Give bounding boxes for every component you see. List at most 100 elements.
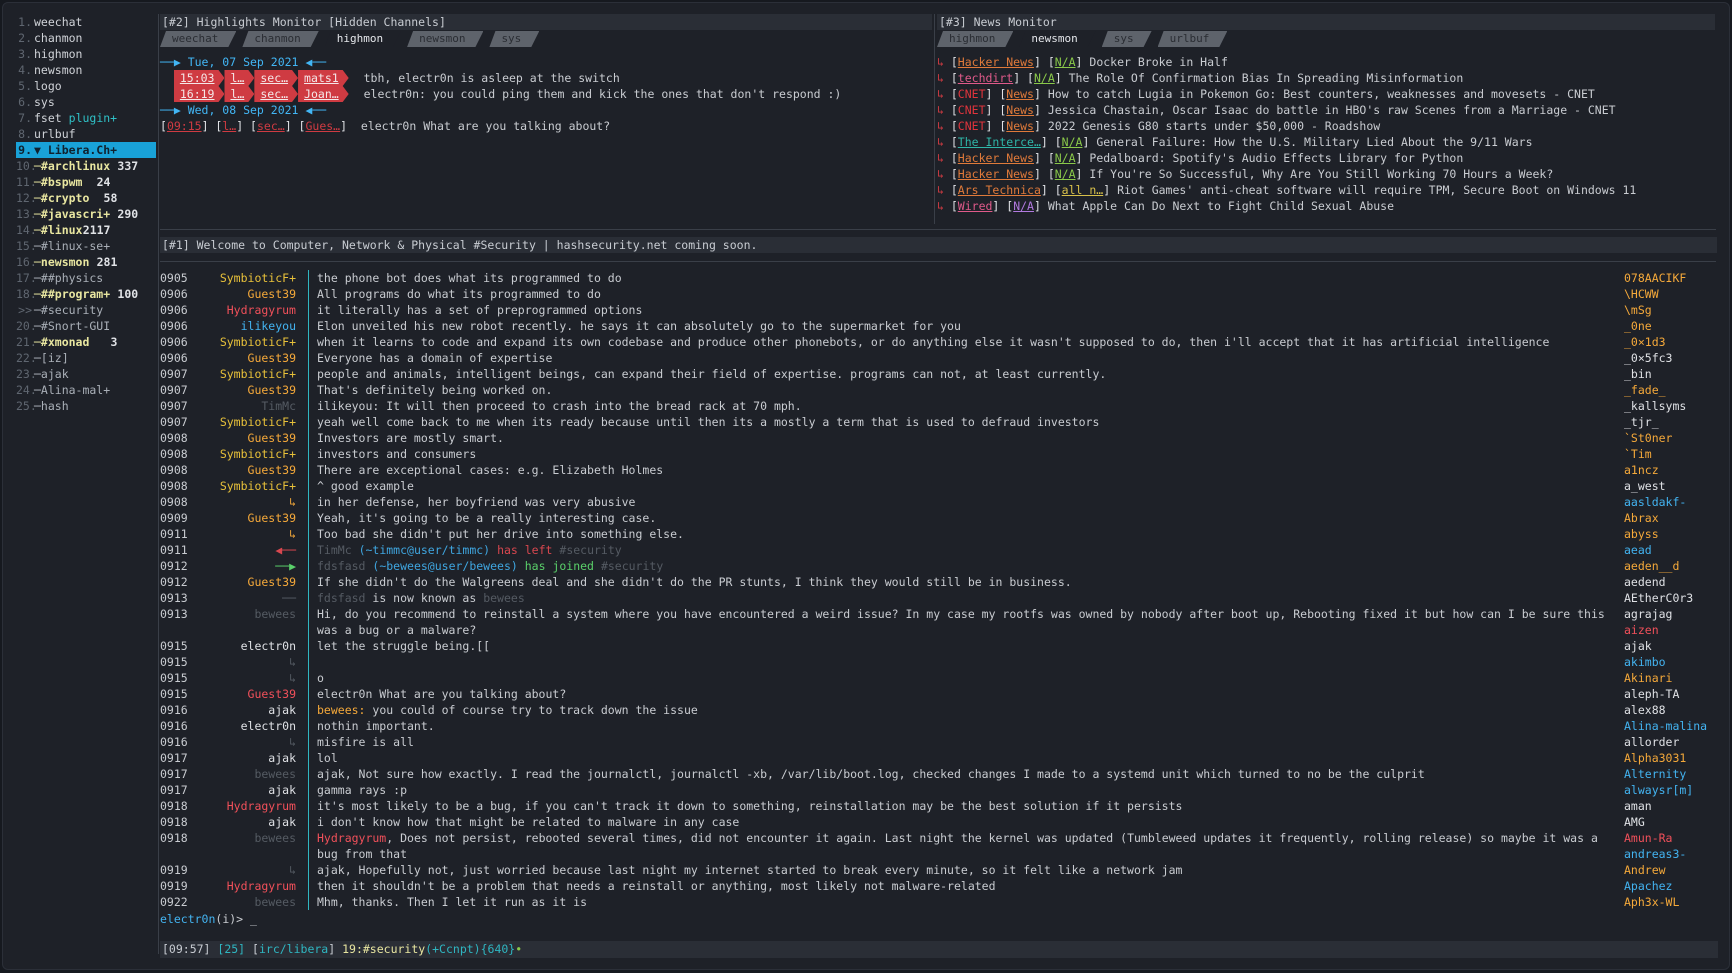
news-tag[interactable]: N/A — [1034, 71, 1055, 85]
news-tag[interactable]: News — [1006, 103, 1034, 117]
nicklist-item[interactable]: \HCWW — [1624, 286, 1728, 302]
nicklist-item[interactable]: `Tim — [1624, 446, 1728, 462]
nick[interactable]: bewees — [190, 606, 308, 638]
nicklist-item[interactable]: aman — [1624, 798, 1728, 814]
news-source[interactable]: Hacker News — [958, 151, 1034, 165]
nicklist-item[interactable]: Aph3x-WL — [1624, 894, 1728, 910]
highlight-row[interactable]: [09:15] [l…] [sec…] [Gues…] electr0n Wha… — [160, 118, 932, 134]
news-tag[interactable]: N/A — [1055, 55, 1076, 69]
buffer-item[interactable]: 21. ─#xmonad 3 — [16, 334, 156, 350]
news-source[interactable]: Wired — [958, 199, 993, 213]
nick[interactable]: electr0n — [190, 638, 308, 654]
nick[interactable]: ──▶ — [190, 558, 308, 574]
news-source[interactable]: Ars Technica — [958, 183, 1041, 197]
nick[interactable]: SymbioticF+ — [190, 446, 308, 462]
nicklist-item[interactable]: _bin — [1624, 366, 1728, 382]
nicklist-item[interactable]: Andrew — [1624, 862, 1728, 878]
news-tag[interactable]: N/A — [1062, 135, 1083, 149]
buffer-item[interactable]: 17. ─##physics — [16, 270, 156, 286]
nicklist-item[interactable]: AMG — [1624, 814, 1728, 830]
nick[interactable]: ↳ — [190, 526, 308, 542]
nicklist-item[interactable]: agrajag — [1624, 606, 1728, 622]
news-tag[interactable]: News — [1006, 87, 1034, 101]
buffer-item[interactable]: 13. ─#javascri+ 290 — [16, 206, 156, 222]
buffer-item[interactable]: 22. ─[iz] — [16, 350, 156, 366]
news-source[interactable]: CNET — [958, 87, 986, 101]
nicklist-item[interactable]: _fade_ — [1624, 382, 1728, 398]
nick[interactable]: ↳ — [190, 494, 308, 510]
news-headline[interactable]: If You're So Successful, Why Are You Sti… — [1089, 167, 1553, 181]
nicklist-item[interactable]: aeden__d — [1624, 558, 1728, 574]
nicklist-item[interactable]: aead — [1624, 542, 1728, 558]
nick[interactable]: Guest39 — [190, 462, 308, 478]
nick[interactable]: Guest39 — [190, 350, 308, 366]
buffer-item[interactable]: 24. ─Alina-mal+ — [16, 382, 156, 398]
nick[interactable]: Guest39 — [190, 510, 308, 526]
nicklist-item[interactable]: _tjr_ — [1624, 414, 1728, 430]
nick[interactable]: SymbioticF+ — [190, 366, 308, 382]
buffer-item[interactable]: 18. ─##program+ 100 — [16, 286, 156, 302]
buffer-item[interactable]: 12. ─#crypto 58 — [16, 190, 156, 206]
nicklist-item[interactable]: AEtherC0r3 — [1624, 590, 1728, 606]
news-source[interactable]: Hacker News — [958, 55, 1034, 69]
buffer-item[interactable]: 23. ─ajak — [16, 366, 156, 382]
highlight-row[interactable]: 16:19 l… sec… Joan… electr0n: you could pin… — [160, 86, 932, 102]
nicklist-item[interactable]: a_west — [1624, 478, 1728, 494]
buffer-item[interactable]: 9. ▼ Libera.Ch+ — [16, 142, 156, 158]
tab-sys[interactable]: sys — [489, 31, 539, 47]
news-tag[interactable]: N/A — [1055, 167, 1076, 181]
news-tag[interactable]: all n… — [1062, 183, 1104, 197]
nick[interactable]: SymbioticF+ — [190, 478, 308, 494]
news-item[interactable]: ↳ [Ars Technica] [all n…] Riot Games' an… — [937, 182, 1715, 198]
news-headline[interactable]: Docker Broke in Half — [1089, 55, 1227, 69]
tab-chanmon[interactable]: chanmon — [242, 31, 318, 47]
nicklist-item[interactable]: Amun-Ra — [1624, 830, 1728, 846]
buffer-item[interactable]: 14. ─#linux 2117 — [16, 222, 156, 238]
nick[interactable]: SymbioticF+ — [190, 270, 308, 286]
nicklist-item[interactable]: alex88 — [1624, 702, 1728, 718]
input-bar[interactable]: electr0n(i)> _ — [160, 911, 257, 927]
nick[interactable]: ilikeyou — [190, 318, 308, 334]
news-tag[interactable]: N/A — [1013, 199, 1034, 213]
nicklist-item[interactable]: andreas3- — [1624, 846, 1728, 862]
tab-highmon[interactable]: highmon — [937, 31, 1013, 47]
tab-weechat[interactable]: weechat — [160, 31, 236, 47]
nicklist-item[interactable]: aedend — [1624, 574, 1728, 590]
news-item[interactable]: ↳ [Hacker News] [N/A] Pedalboard: Spotif… — [937, 150, 1715, 166]
news-item[interactable]: ↳ [CNET] [News] Jessica Chastain, Oscar … — [937, 102, 1715, 118]
news-headline[interactable]: Pedalboard: Spotify's Audio Effects Libr… — [1089, 151, 1463, 165]
nicklist-item[interactable]: ajak — [1624, 638, 1728, 654]
news-source[interactable]: techdirt — [958, 71, 1013, 85]
news-headline[interactable]: 2022 Genesis G80 starts under $50,000 - … — [1048, 119, 1380, 133]
news-item[interactable]: ↳ [Hacker News] [N/A] If You're So Succe… — [937, 166, 1715, 182]
nicklist-item[interactable]: Alina-malina — [1624, 718, 1728, 734]
nick[interactable]: Guest39 — [190, 286, 308, 302]
news-item[interactable]: ↳ [CNET] [News] 2022 Genesis G80 starts … — [937, 118, 1715, 134]
news-headline[interactable]: Jessica Chastain, Oscar Isaac do battle … — [1048, 103, 1616, 117]
nick[interactable]: bewees — [190, 766, 308, 782]
buffer-item[interactable]: 10. ─#archlinux 337 — [16, 158, 156, 174]
news-item[interactable]: ↳ [Hacker News] [N/A] Docker Broke in Ha… — [937, 54, 1715, 70]
nicklist-item[interactable]: allorder — [1624, 734, 1728, 750]
highlight-row[interactable]: 15:03 l… sec… mats1 tbh, electr0n is asleep… — [160, 70, 932, 86]
nicklist-item[interactable]: 078AACIKF — [1624, 270, 1728, 286]
buffer-item[interactable]: 3. highmon — [16, 46, 156, 62]
nicklist-item[interactable]: Apachez — [1624, 878, 1728, 894]
nicklist-item[interactable]: _0×1d3 — [1624, 334, 1728, 350]
nicklist-item[interactable]: _0×5fc3 — [1624, 350, 1728, 366]
news-item[interactable]: ↳ [The Interce…] [N/A] General Failure: … — [937, 134, 1715, 150]
buffer-item[interactable]: >> ─#security — [16, 302, 156, 318]
nick[interactable]: Guest39 — [190, 430, 308, 446]
tab-sys[interactable]: sys — [1102, 31, 1152, 47]
nick[interactable]: SymbioticF+ — [190, 414, 308, 430]
buffer-item[interactable]: 20. ─#Snort-GUI — [16, 318, 156, 334]
input-cursor[interactable]: _ — [250, 912, 257, 926]
nick[interactable]: Hydragyrum — [190, 798, 308, 814]
buffer-item[interactable]: 8. urlbuf — [16, 126, 156, 142]
buffer-item[interactable]: 5. logo — [16, 78, 156, 94]
nicklist-item[interactable]: Alpha3031 — [1624, 750, 1728, 766]
nick[interactable]: ↳ — [190, 670, 308, 686]
news-tag[interactable]: News — [1006, 119, 1034, 133]
nick[interactable]: Guest39 — [190, 686, 308, 702]
nick[interactable]: ajak — [190, 814, 308, 830]
